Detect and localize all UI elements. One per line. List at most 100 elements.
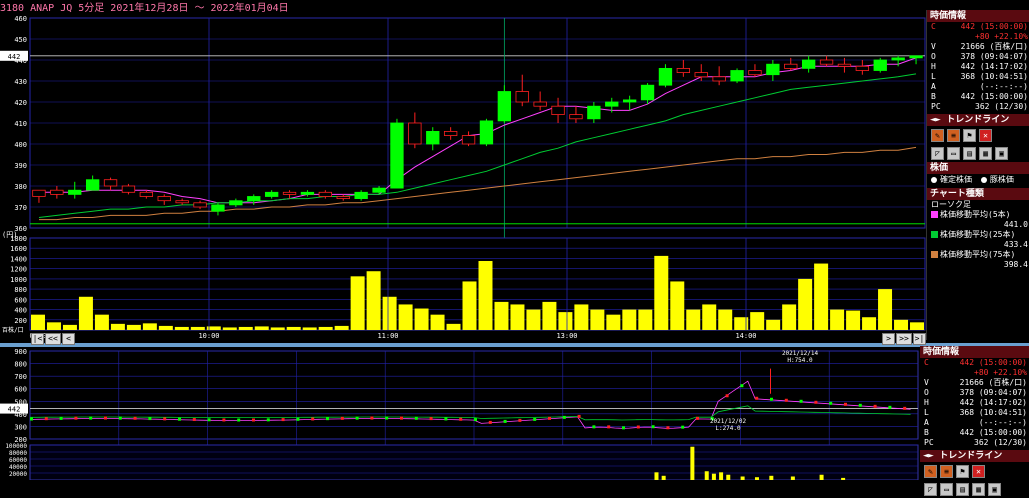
select-icon[interactable]: ◸ [931,146,944,160]
candle-body [300,191,315,195]
trendline-daily-title[interactable]: ◄► トレンドライン [920,450,1029,462]
daily-candle [888,405,892,409]
daily-candle [222,418,226,422]
daily-candle [799,399,803,403]
daily-candle [133,416,137,420]
radio-confirmed[interactable]: 確定株価 [931,175,972,184]
volume-bar [238,326,253,330]
volume-bar [590,309,605,330]
quote-value: 442 (15:00:00) [960,92,1028,101]
radio-dot-icon [980,176,987,183]
flag-icon[interactable]: ⚑ [963,128,976,142]
daily-chart[interactable]: 2003004005006007008009004422021/12/14H:7… [0,347,920,480]
legend-label: 株価移動平均(5本) [940,210,1011,219]
delete-all-icon[interactable]: ▣ [995,146,1008,160]
nav-next-button[interactable]: > [882,333,895,345]
daily-volume-tick-label: 20000 [9,471,27,478]
trendline-title[interactable]: ◄► トレンドライン [927,114,1029,126]
ma-legend-item[interactable]: 株価移動平均(25本) [927,230,1029,240]
daily-candle [59,416,63,420]
volume-bar [318,326,333,330]
lines-icon[interactable]: ≡ [940,464,953,478]
quote-value: 362 (12/30) [974,438,1027,447]
quote-value: 378 (09:04:07) [959,388,1027,397]
nav-rewind-button[interactable]: << [45,333,61,345]
quote-key: O [931,52,936,61]
volume-bar [190,326,205,330]
volume-bar [830,309,845,330]
legend-value: 433.4 [1003,240,1028,249]
trendline-daily-label: トレンドライン [939,451,1003,461]
candle-body [497,91,512,122]
quote-value: 442 (15:00:00) [959,428,1027,437]
daily-candle [326,417,329,421]
candle-body [264,191,279,197]
candle-body [461,135,476,145]
delete-icon[interactable]: ✕ [972,464,985,478]
pencil-icon[interactable]: ✎ [931,128,944,142]
daily-candle [163,417,167,421]
delete-all-icon[interactable]: ▣ [988,482,1001,496]
daily-candle [770,397,773,401]
volume-bar [798,278,813,330]
quote-row: B 442 (15:00:00) [920,428,1029,438]
volume-tick-label: 1400 [10,255,27,263]
select-icon[interactable]: ◸ [924,482,937,496]
radio-adjusted-label: 豚株価 [989,175,1014,184]
quote-value: 442 (14:17:02) [960,62,1028,71]
quote-key: L [931,72,936,81]
quote-row: L 368 (10:04:51) [927,72,1029,82]
volume-bar [270,327,285,330]
volume-bar [638,309,653,330]
quote-row: A (--:--:--) [920,418,1029,428]
grid-icon[interactable]: ▦ [972,482,985,496]
quote-value: +80 +22.10% [974,368,1027,377]
daily-volume-bar [819,474,824,480]
ma-legend-item[interactable]: 株価移動平均(5本) [927,210,1029,220]
legend-value: 441.0 [1003,220,1028,229]
price-chart[interactable]: 360370380390400410420430440450460(円)4422… [0,10,926,345]
volume-bar [574,304,589,330]
daily-candle [459,417,463,421]
grid-icon[interactable]: ▦ [979,146,992,160]
daily-candle [148,417,152,421]
flag-icon[interactable]: ⚑ [956,464,969,478]
daily-candle [592,425,596,429]
time-tick-label: 13:00 [556,332,577,340]
chart-type-value[interactable]: ローソク足 [927,200,1029,210]
candle-body [837,63,852,67]
quote-row: C 442 (15:00:00) [920,358,1029,368]
quote-value: +80 +22.10% [975,32,1028,41]
candle-body [909,55,923,59]
nav-last-button[interactable]: >| [913,333,926,345]
delete-icon[interactable]: ✕ [979,128,992,142]
candle-body [801,59,816,69]
quote-value: 368 (10:04:51) [959,408,1027,417]
ma-legend-item[interactable]: 株価移動平均(75本) [927,250,1029,260]
quote-row: +80 +22.10% [927,32,1029,42]
radio-confirmed-label: 確定株価 [940,175,972,184]
nav-first-button[interactable]: |< [31,333,44,345]
volume-tick-label: 200 [14,317,27,325]
daily-candle [814,400,818,404]
nav-prev-button[interactable]: < [62,333,75,345]
daily-candle [296,417,300,421]
paste-icon[interactable]: ▤ [956,482,969,496]
price-tick-label: 410 [14,120,27,128]
candle-body [551,105,565,115]
nav-forward-button[interactable]: >> [896,333,912,345]
volume-bar [702,304,717,330]
lines-icon[interactable]: ≡ [947,128,960,142]
daily-volume-bar [711,473,716,480]
price-section-title: 株価 [927,162,1029,174]
daily-candle [89,416,93,420]
quote-value: 442 (15:00:00) [959,358,1027,367]
paste-icon[interactable]: ▤ [963,146,976,160]
copy-icon[interactable]: ▭ [947,146,960,160]
candle-body [891,57,905,61]
copy-icon[interactable]: ▭ [940,482,953,496]
radio-adjusted[interactable]: 豚株価 [980,175,1014,184]
daily-tick-label: 800 [14,361,27,369]
quote-row: C 442 (15:00:00) [927,22,1029,32]
pencil-icon[interactable]: ✎ [924,464,937,478]
